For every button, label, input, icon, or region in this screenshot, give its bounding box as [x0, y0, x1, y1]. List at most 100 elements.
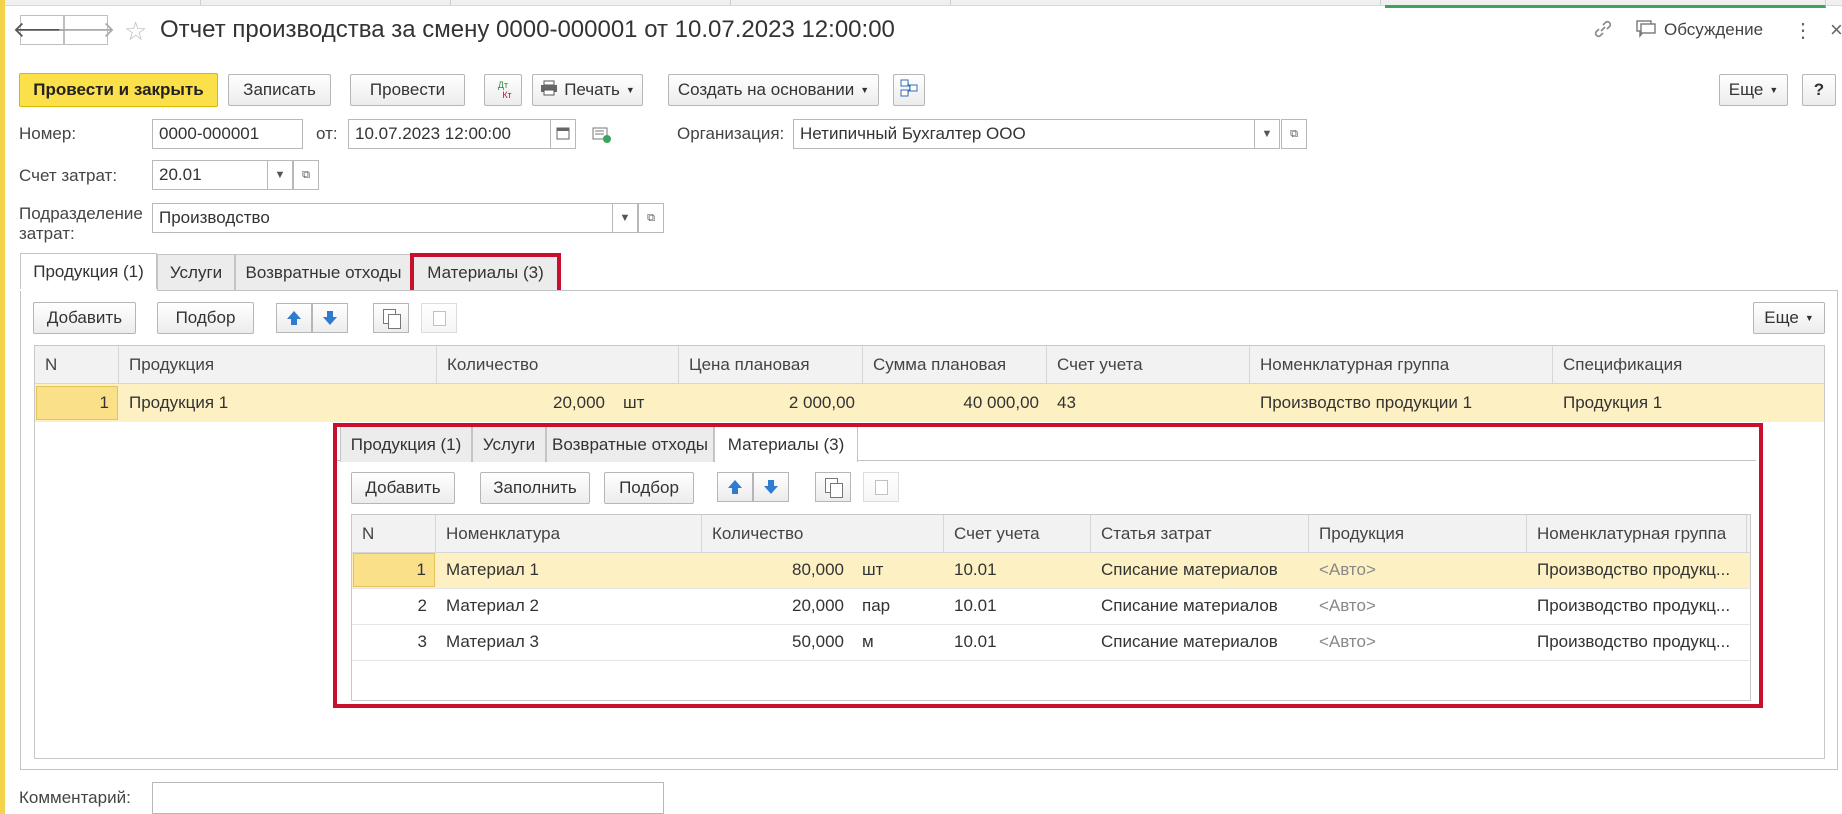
tab-services[interactable]: Услуги: [157, 254, 235, 290]
print-label: Печать: [564, 80, 620, 99]
col-planned-price[interactable]: Цена плановая: [679, 346, 863, 384]
materials-inset-highlight: [333, 423, 1763, 708]
calendar-button[interactable]: [550, 119, 576, 149]
organization-open-button[interactable]: ⧉: [1281, 119, 1307, 149]
window-tab-segment-active[interactable]: [1385, 0, 1826, 8]
page-title: Отчет производства за смену 0000-000001 …: [160, 16, 895, 43]
table-row[interactable]: 1 Продукция 1 20,000 шт 2 000,00 40 000,…: [35, 384, 1824, 422]
arrow-down-icon: [323, 311, 337, 325]
discussion-link[interactable]: Обсуждение: [1664, 20, 1763, 40]
dt-label: Дт: [497, 80, 509, 90]
department-field[interactable]: Производство: [152, 203, 614, 233]
arrow-up-icon: [287, 311, 301, 325]
post-and-close-button[interactable]: Провести и закрыть: [19, 73, 218, 107]
row-account[interactable]: 43: [1047, 386, 1250, 420]
paste-row-button[interactable]: [421, 303, 457, 333]
col-nomenclature-group[interactable]: Номенклатурная группа: [1250, 346, 1553, 384]
dt-kt-button[interactable]: Дт Кт: [484, 74, 522, 106]
favorite-star-icon[interactable]: ☆: [124, 16, 147, 47]
organization-dropdown-button[interactable]: ▼: [1254, 119, 1280, 149]
window-tab-segment[interactable]: [950, 0, 1381, 5]
number-label: Номер:: [19, 124, 77, 143]
row-planned-price[interactable]: 2 000,00: [679, 386, 863, 420]
window-tab-segment[interactable]: [0, 0, 201, 5]
discussion-icon[interactable]: [1636, 20, 1656, 38]
organization-label: Организация:: [677, 124, 785, 143]
col-specification[interactable]: Спецификация: [1553, 346, 1824, 384]
row-product[interactable]: Продукция 1: [119, 386, 389, 420]
department-dropdown-button[interactable]: ▼: [612, 203, 638, 233]
col-planned-sum[interactable]: Сумма плановая: [863, 346, 1047, 384]
window-tabs-strip: [0, 0, 1842, 8]
number-field[interactable]: 0000-000001: [152, 119, 303, 149]
table-more-label: Еще: [1764, 308, 1799, 327]
move-up-button[interactable]: [276, 303, 312, 333]
row-quantity[interactable]: 20,000: [437, 386, 613, 420]
window-tab-segment[interactable]: [450, 0, 731, 5]
chevron-down-icon: ▼: [1769, 85, 1779, 95]
table-more-button[interactable]: Еще ▼: [1753, 302, 1825, 334]
products-table-header: N Продукция Количество Цена плановая Сум…: [35, 346, 1824, 384]
chevron-down-icon: ▼: [1804, 313, 1814, 323]
col-quantity[interactable]: Количество: [437, 346, 679, 384]
move-down-button[interactable]: [312, 303, 348, 333]
arrow-right-icon: 🡒: [56, 17, 116, 42]
more-vertical-icon[interactable]: ⋮: [1793, 18, 1813, 43]
chevron-down-icon: ▼: [860, 85, 870, 95]
copy-row-button[interactable]: [373, 303, 409, 333]
col-product[interactable]: Продукция: [119, 346, 437, 384]
document-structure-icon: [899, 78, 919, 103]
row-planned-sum[interactable]: 40 000,00: [863, 386, 1047, 420]
col-account[interactable]: Счет учета: [1047, 346, 1250, 384]
save-button[interactable]: Записать: [228, 74, 331, 106]
row-number[interactable]: 1: [36, 386, 118, 420]
department-label-line2: затрат:: [19, 224, 75, 243]
tab-products[interactable]: Продукция (1): [20, 253, 157, 290]
chevron-down-icon: ▼: [1261, 128, 1273, 140]
post-button[interactable]: Провести: [350, 74, 465, 106]
copy-icon: [383, 309, 401, 329]
form-left-accent: [0, 0, 5, 814]
chevron-down-icon: ▼: [274, 169, 286, 181]
help-button[interactable]: ?: [1802, 74, 1836, 106]
row-specification[interactable]: Продукция 1: [1553, 386, 1824, 420]
create-based-on-button[interactable]: Создать на основании ▼: [668, 74, 879, 106]
department-label-line1: Подразделение: [19, 204, 143, 223]
close-icon[interactable]: ×: [1830, 17, 1842, 43]
cost-account-field[interactable]: 20.01: [152, 160, 270, 190]
department-open-button[interactable]: ⧉: [638, 203, 664, 233]
open-form-icon: ⧉: [302, 168, 310, 181]
pick-product-button[interactable]: Подбор: [157, 302, 254, 334]
chevron-down-icon: ▼: [625, 85, 635, 95]
comment-label: Комментарий:: [19, 788, 131, 807]
tab-returnable-waste[interactable]: Возвратные отходы: [235, 254, 412, 290]
organization-field[interactable]: Нетипичный Бухгалтер ООО: [793, 119, 1255, 149]
link-icon[interactable]: [1592, 18, 1614, 40]
date-field[interactable]: 10.07.2023 12:00:00: [348, 119, 551, 149]
comment-field[interactable]: [152, 782, 664, 814]
row-unit[interactable]: шт: [613, 386, 679, 420]
add-product-button[interactable]: Добавить: [33, 302, 136, 334]
open-form-icon: ⧉: [1290, 127, 1298, 140]
paste-icon: [431, 309, 447, 327]
cost-account-dropdown-button[interactable]: ▼: [267, 160, 293, 190]
open-form-icon: ⧉: [647, 211, 655, 224]
calendar-icon: [556, 126, 570, 143]
active-tab-joiner: [20, 289, 157, 291]
cost-account-label: Счет затрат:: [19, 166, 118, 185]
window-tab-segment[interactable]: [200, 0, 451, 5]
row-nomenclature-group[interactable]: Производство продукции 1: [1250, 386, 1553, 420]
document-status-icon[interactable]: [592, 126, 612, 149]
forward-button[interactable]: 🡒: [57, 15, 116, 45]
col-n[interactable]: N: [35, 346, 119, 384]
printer-icon: [540, 80, 558, 101]
window-tab-segment[interactable]: [730, 0, 951, 5]
cost-account-open-button[interactable]: ⧉: [293, 160, 319, 190]
structure-button[interactable]: [893, 74, 925, 106]
print-button[interactable]: Печать ▼: [532, 74, 643, 106]
chevron-down-icon: ▼: [619, 212, 631, 224]
more-label: Еще: [1728, 80, 1764, 99]
more-button[interactable]: Еще ▼: [1719, 74, 1788, 106]
kt-label: Кт: [502, 90, 512, 100]
date-label: от:: [316, 124, 338, 143]
